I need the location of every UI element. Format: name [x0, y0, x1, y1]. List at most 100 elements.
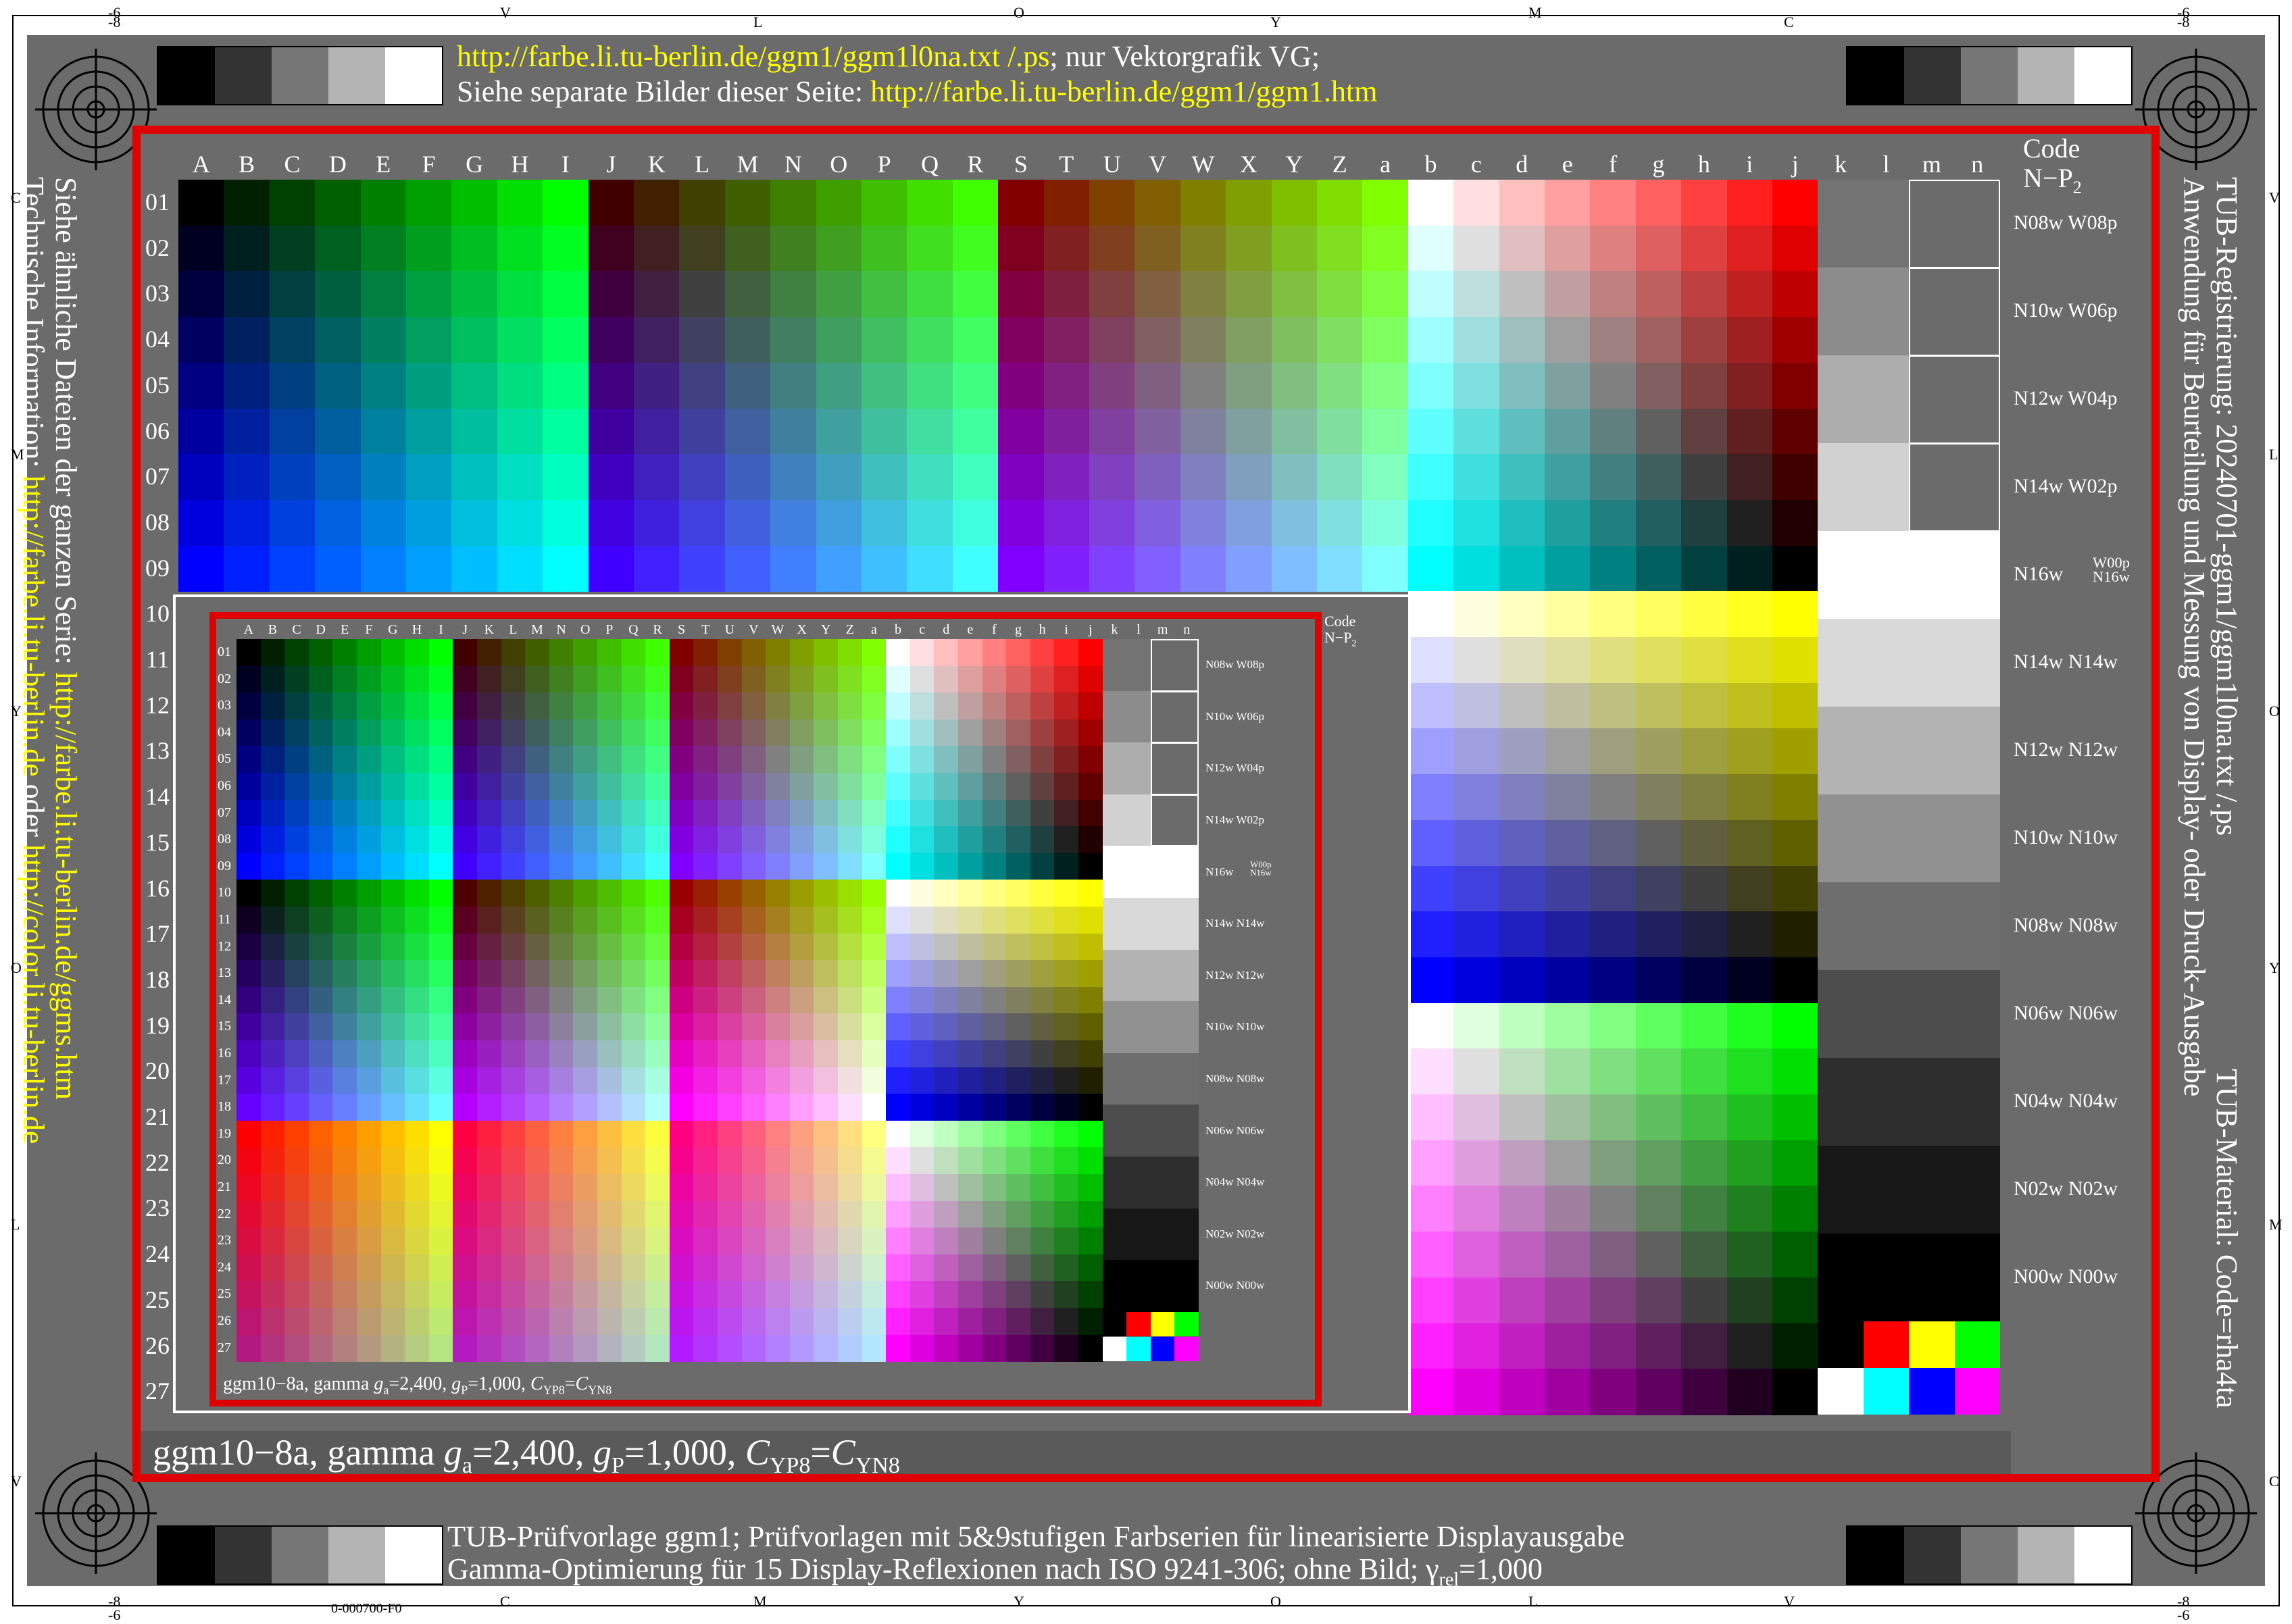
color-patch	[1089, 271, 1136, 318]
color-patch	[910, 933, 935, 961]
color-patch	[1681, 1232, 1728, 1278]
color-patch	[958, 1281, 983, 1309]
color-patch	[1054, 692, 1079, 720]
color-patch	[862, 1334, 887, 1363]
color-patch	[1006, 880, 1031, 907]
column-header: e	[1562, 151, 1573, 178]
color-patch	[814, 1334, 839, 1363]
color-patch	[357, 933, 382, 961]
color-patch	[1545, 1094, 1591, 1141]
color-patch	[477, 986, 502, 1015]
color-patch	[360, 499, 407, 547]
color-patch	[1772, 225, 1819, 272]
color-patch	[428, 692, 454, 720]
color-patch	[1635, 1140, 1683, 1187]
color-patch	[406, 408, 453, 455]
color-patch	[741, 1174, 767, 1202]
row-header: 23	[145, 1194, 170, 1222]
color-patch	[886, 1094, 911, 1121]
color-patch	[982, 746, 1007, 773]
color-patch	[862, 773, 887, 801]
color-patch	[1362, 317, 1409, 363]
color-patch	[1135, 499, 1181, 547]
color-patch	[269, 408, 316, 455]
color-patch	[1089, 225, 1136, 272]
color-patch	[634, 362, 680, 409]
color-patch	[308, 1281, 334, 1309]
tech-link-color[interactable]: http://color.li.tu-berlin.de	[17, 844, 50, 1144]
color-patch	[910, 719, 935, 747]
color-patch	[236, 1147, 261, 1175]
color-patch	[1407, 271, 1455, 318]
color-patch	[1006, 746, 1031, 773]
color-patch	[766, 1013, 791, 1041]
color-patch	[1726, 957, 1773, 1004]
color-patch	[958, 1254, 983, 1282]
color-patch	[1590, 408, 1637, 455]
primary-patch	[1954, 1321, 2000, 1368]
color-patch	[907, 180, 953, 226]
color-patch	[1054, 1227, 1079, 1255]
color-patch	[406, 454, 453, 501]
color-patch	[1590, 728, 1637, 776]
color-patch	[260, 1067, 286, 1095]
color-patch	[886, 1174, 911, 1202]
code-label: N08w W08p	[2014, 211, 2118, 234]
color-patch	[1407, 774, 1455, 821]
edge-marker-right: O	[2269, 703, 2280, 719]
color-patch	[549, 1174, 574, 1202]
tech-link-farbe[interactable]: http://farbe.li.tu-berlin.de	[17, 476, 50, 777]
color-patch	[405, 1334, 430, 1363]
color-patch	[1006, 1147, 1031, 1175]
color-patch	[360, 545, 407, 592]
color-patch	[1180, 499, 1227, 547]
color-patch	[1078, 1200, 1103, 1229]
color-patch	[669, 933, 695, 961]
color-patch	[573, 665, 598, 694]
color-patch	[816, 545, 862, 592]
color-patch	[260, 1254, 286, 1282]
color-patch	[621, 1227, 647, 1255]
color-patch	[284, 1334, 309, 1363]
color-patch	[332, 826, 357, 854]
color-patch	[357, 1013, 382, 1041]
color-patch	[1078, 1174, 1103, 1202]
column-header: X	[797, 622, 807, 637]
color-patch	[501, 692, 526, 720]
column-header: H	[412, 622, 422, 637]
color-patch	[1078, 1308, 1103, 1336]
row-header: 16	[218, 1046, 231, 1061]
color-patch	[1681, 774, 1728, 821]
color-patch	[501, 1334, 526, 1363]
color-patch	[982, 1174, 1007, 1202]
color-patch	[1499, 545, 1545, 592]
color-patch	[1499, 911, 1545, 958]
color-patch	[332, 1147, 357, 1175]
header-link-htm[interactable]: http://farbe.li.tu-berlin.de/ggm1/ggm1.h…	[870, 75, 1377, 108]
color-patch	[453, 773, 478, 801]
color-patch	[453, 986, 478, 1015]
color-patch	[357, 986, 382, 1015]
color-patch	[816, 499, 862, 547]
color-patch	[260, 1281, 286, 1309]
color-patch	[669, 1094, 695, 1121]
color-patch	[1453, 1369, 1500, 1415]
color-patch	[332, 1040, 357, 1068]
color-patch	[224, 454, 270, 501]
header-link-ps[interactable]: http://farbe.li.tu-berlin.de/ggm1/ggm1l0…	[457, 40, 1049, 73]
color-patch	[380, 1334, 406, 1363]
color-patch	[549, 1334, 574, 1363]
color-patch	[284, 960, 309, 988]
color-patch	[886, 1200, 911, 1229]
gray-patch	[1818, 970, 2000, 1059]
color-patch	[934, 1254, 959, 1282]
color-patch	[621, 1013, 647, 1041]
color-patch	[1635, 1323, 1683, 1370]
color-patch	[405, 799, 430, 828]
color-patch	[679, 408, 726, 455]
series-link[interactable]: http://farbe.li.tu-berlin.de/ggms.htm	[49, 672, 82, 1100]
color-patch	[1726, 408, 1773, 455]
color-patch	[308, 799, 334, 828]
color-patch	[525, 746, 550, 773]
color-patch	[862, 499, 908, 547]
